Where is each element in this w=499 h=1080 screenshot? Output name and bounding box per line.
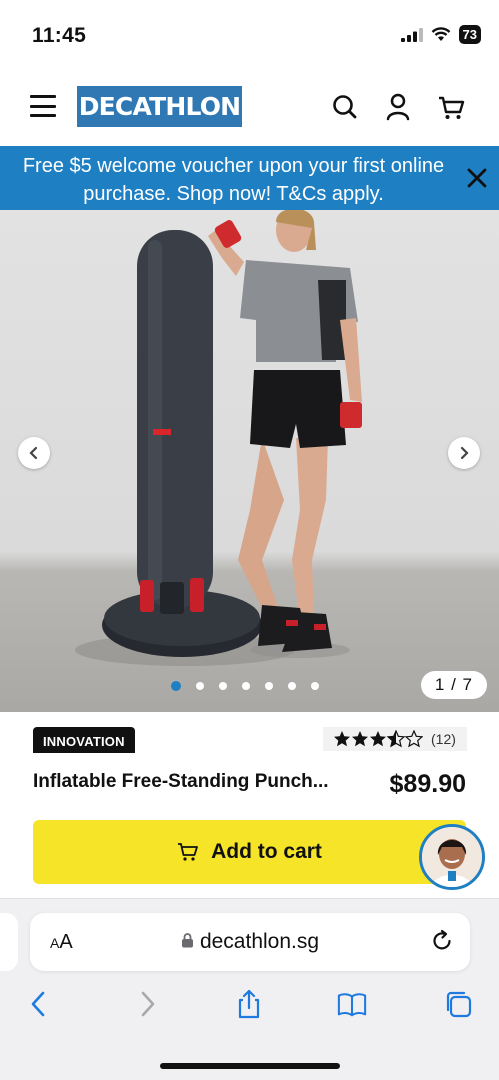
- promo-text[interactable]: Free $5 welcome voucher upon your first …: [0, 152, 467, 208]
- carousel-dot[interactable]: [219, 682, 227, 690]
- carousel-dot[interactable]: [311, 682, 319, 690]
- decathlon-logo[interactable]: DECATHLON: [77, 86, 242, 127]
- next-image-button[interactable]: [448, 437, 480, 469]
- chevron-right-icon: [460, 446, 469, 460]
- innovation-badge: INNOVATION: [33, 727, 135, 753]
- carousel-dot[interactable]: [171, 681, 181, 691]
- status-icons: 73: [400, 25, 481, 44]
- product-rating[interactable]: (12): [323, 727, 467, 751]
- chat-assistant-avatar[interactable]: [419, 824, 485, 890]
- home-indicator[interactable]: [160, 1063, 340, 1069]
- forward-icon[interactable]: [132, 989, 162, 1019]
- url-text[interactable]: decathlon.sg: [30, 930, 470, 954]
- product-image: [75, 210, 362, 666]
- status-bar: 11:45 73: [0, 0, 499, 70]
- chevron-left-icon: [29, 446, 38, 460]
- review-count[interactable]: (12): [431, 731, 456, 747]
- menu-icon[interactable]: [30, 95, 56, 117]
- add-to-cart-button[interactable]: Add to cart: [33, 820, 466, 884]
- status-time: 11:45: [32, 24, 87, 47]
- carousel-dot[interactable]: [196, 682, 204, 690]
- cart-icon: [178, 843, 198, 861]
- lock-icon: [181, 933, 193, 948]
- wifi-icon: [431, 27, 450, 41]
- star-rating-icon: [334, 730, 423, 747]
- reload-icon[interactable]: [430, 929, 454, 953]
- previous-tab-edge[interactable]: [0, 913, 18, 971]
- back-icon[interactable]: [24, 989, 54, 1019]
- promo-banner[interactable]: Free $5 welcome voucher upon your first …: [0, 146, 499, 210]
- image-counter: 1 / 7: [420, 671, 487, 699]
- battery-icon: 73: [458, 25, 481, 44]
- assistant-photo: [422, 827, 482, 887]
- carousel-dot[interactable]: [242, 682, 250, 690]
- account-icon[interactable]: [383, 92, 413, 122]
- carousel-dot[interactable]: [265, 682, 273, 690]
- prev-image-button[interactable]: [18, 437, 50, 469]
- share-icon[interactable]: [234, 989, 264, 1019]
- add-to-cart-label: Add to cart: [211, 840, 322, 863]
- search-icon[interactable]: [330, 92, 360, 122]
- tabs-icon[interactable]: [443, 989, 473, 1019]
- address-bar[interactable]: AA decathlon.sg: [30, 913, 470, 971]
- product-price: $89.90: [389, 770, 466, 798]
- carousel-dots: [171, 681, 319, 691]
- carousel-dot[interactable]: [288, 682, 296, 690]
- product-image-carousel[interactable]: 1 / 7: [0, 210, 499, 712]
- browser-chrome: AA decathlon.sg: [0, 898, 499, 1080]
- url-value: decathlon.sg: [199, 930, 320, 953]
- signal-icon: [400, 27, 423, 42]
- product-title: Inflatable Free-Standing Punch...: [33, 771, 329, 792]
- close-icon[interactable]: [465, 166, 489, 190]
- cart-icon[interactable]: [436, 92, 466, 122]
- bookmarks-icon[interactable]: [337, 989, 367, 1019]
- site-header: DECATHLON: [0, 70, 499, 146]
